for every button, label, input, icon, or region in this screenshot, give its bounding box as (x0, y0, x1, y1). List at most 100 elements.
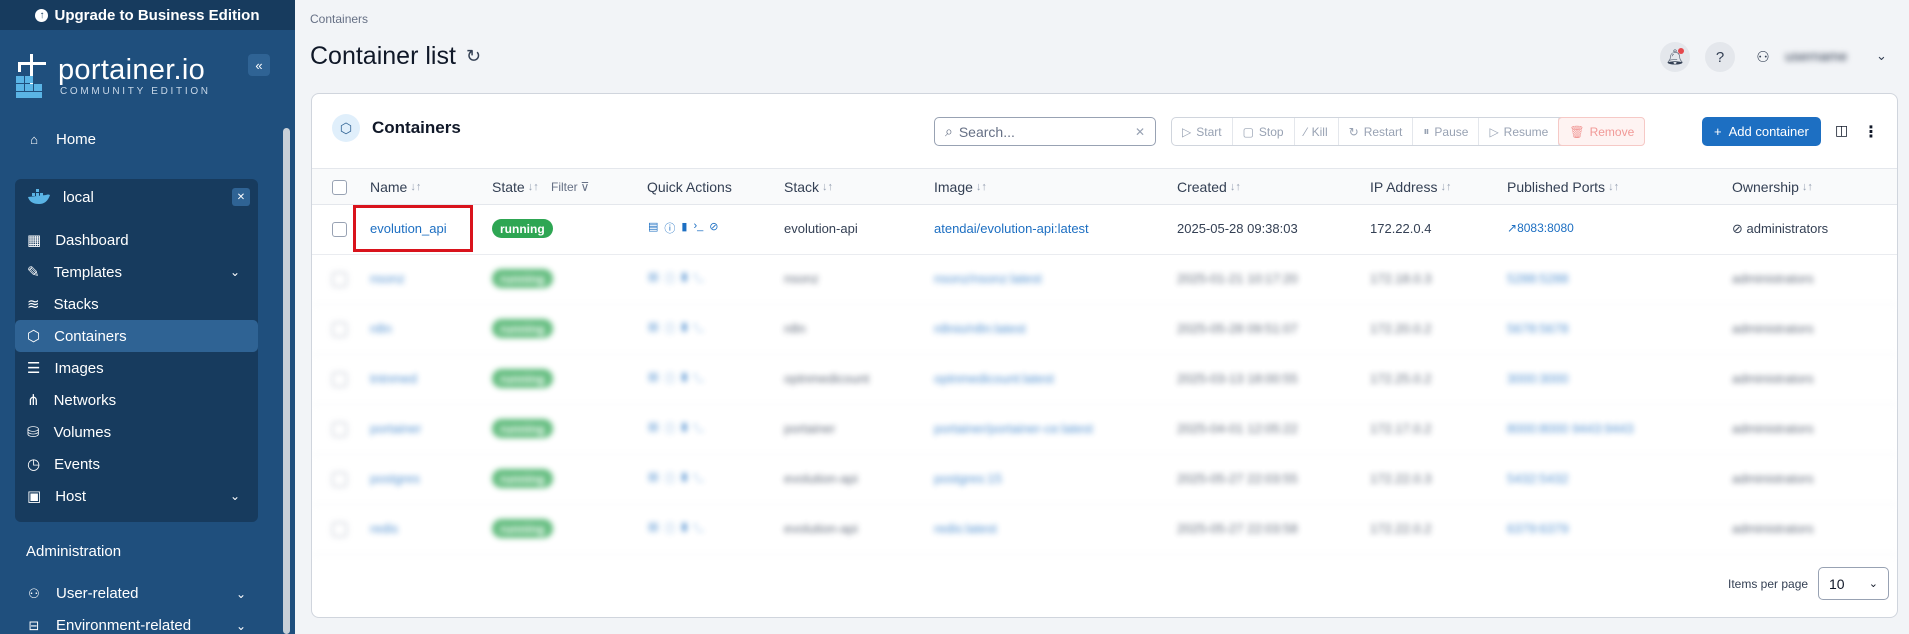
row-checkbox[interactable] (332, 372, 347, 387)
col-image[interactable]: Image ↓↑ (934, 179, 987, 195)
stats-icon[interactable]: ▮ (681, 470, 687, 486)
published-port-link[interactable]: 8000:8000 9443:9443 (1507, 421, 1634, 436)
search-input[interactable]: ⌕ Search... ✕ (934, 117, 1156, 146)
collapse-sidebar-button[interactable]: « (248, 54, 270, 76)
sidebar-item-templates[interactable]: ✎ Templates ⌄ (15, 256, 258, 288)
col-published-ports[interactable]: Published Ports ↓↑ (1507, 179, 1619, 195)
container-name-link[interactable]: nsonz (370, 271, 405, 286)
table-row[interactable]: n8n running ▤ ⓘ ▮ ›_ n8n n8nio/n8n:latest 2… (312, 305, 1897, 355)
console-icon[interactable]: ›_ (693, 270, 703, 286)
published-port-link[interactable]: 5678:5678 (1507, 321, 1568, 336)
sidebar-item-events[interactable]: ◷ Events (15, 448, 258, 480)
notifications-button[interactable]: 🔔︎ (1660, 42, 1690, 72)
table-row[interactable]: tntnmed running ▤ ⓘ ▮ ›_ optnmedicount optn… (312, 355, 1897, 405)
table-row[interactable]: portainer running ▤ ⓘ ▮ ›_ portainer portai… (312, 405, 1897, 455)
image-link[interactable]: optnmedicount:latest (934, 371, 1054, 386)
stats-icon[interactable]: ▮ (681, 520, 687, 536)
console-icon[interactable]: ›_ (693, 370, 703, 386)
image-link[interactable]: nsonz/nsonz:latest (934, 271, 1042, 286)
image-link[interactable]: portainer/portainer-ce:latest (934, 421, 1093, 436)
console-icon[interactable]: ›_ (693, 420, 703, 436)
image-link[interactable]: atendai/evolution-api:latest (934, 221, 1089, 236)
sidebar-item-user-related[interactable]: ⚇ User-related ⌄ (26, 585, 246, 602)
items-per-page-select[interactable]: 10 ⌄ (1818, 567, 1889, 600)
user-name[interactable]: username (1785, 48, 1847, 64)
image-link[interactable]: redis:latest (934, 521, 997, 536)
inspect-icon[interactable]: ⓘ (664, 520, 675, 536)
start-button[interactable]: ▷ Start (1172, 118, 1233, 145)
container-name-link[interactable]: tntnmed (370, 371, 417, 386)
published-port-link[interactable]: 6379:6379 (1507, 521, 1568, 536)
stats-icon[interactable]: ▮ (681, 320, 687, 336)
state-filter[interactable]: Filter ⊽ (551, 180, 589, 194)
logs-icon[interactable]: ▤ (648, 320, 658, 336)
published-port-link[interactable]: ↗8083:8080 (1507, 221, 1574, 235)
resume-button[interactable]: ▷ Resume (1479, 118, 1560, 145)
image-link[interactable]: postgres:15 (934, 471, 1002, 486)
container-name-link[interactable]: portainer (370, 421, 421, 436)
more-options-icon[interactable]: ⋮ (1863, 122, 1879, 142)
pause-button[interactable]: ⏸︎ Pause (1413, 118, 1480, 145)
console-icon[interactable]: ›_ (693, 220, 703, 236)
container-name-link[interactable]: redis (370, 521, 398, 536)
stats-icon[interactable]: ▮ (681, 220, 687, 236)
clear-icon[interactable]: ✕ (1135, 125, 1145, 139)
row-checkbox[interactable] (332, 322, 347, 337)
console-icon[interactable]: ›_ (693, 520, 703, 536)
published-port-link[interactable]: 3000:3000 (1507, 371, 1568, 386)
sidebar-item-containers[interactable]: ⬡ Containers (15, 320, 258, 352)
container-name-link[interactable]: postgres (370, 471, 420, 486)
inspect-icon[interactable]: ⓘ (664, 220, 675, 236)
col-ownership[interactable]: Ownership ↓↑ (1732, 179, 1813, 195)
row-checkbox[interactable] (332, 422, 347, 437)
row-checkbox[interactable] (332, 222, 347, 237)
restart-button[interactable]: ↻ Restart (1339, 118, 1414, 145)
console-icon[interactable]: ›_ (693, 470, 703, 486)
logs-icon[interactable]: ▤ (648, 220, 658, 236)
remove-button[interactable]: 🗑︎ Remove (1558, 117, 1646, 146)
row-checkbox[interactable] (332, 272, 347, 287)
attach-icon[interactable]: ⊘ (709, 220, 718, 236)
col-name[interactable]: Name ↓↑ (370, 179, 421, 195)
select-all-checkbox[interactable] (332, 180, 347, 195)
upgrade-banner[interactable]: ↑ Upgrade to Business Edition (0, 0, 295, 30)
breadcrumb[interactable]: Containers (310, 12, 368, 26)
logs-icon[interactable]: ▤ (648, 520, 658, 536)
image-link[interactable]: n8nio/n8n:latest (934, 321, 1026, 336)
container-name-link[interactable]: n8n (370, 321, 392, 336)
sidebar-item-networks[interactable]: ⋔ Networks (15, 384, 258, 416)
add-container-button[interactable]: + Add container (1702, 117, 1821, 146)
col-stack[interactable]: Stack ↓↑ (784, 179, 833, 195)
table-row[interactable]: redis running ▤ ⓘ ▮ ›_ evolution-api redis:… (312, 505, 1897, 555)
table-row[interactable]: postgres running ▤ ⓘ ▮ ›_ evolution-api pos… (312, 455, 1897, 505)
user-avatar[interactable]: ⚇ (1748, 42, 1778, 72)
col-ip-address[interactable]: IP Address ↓↑ (1370, 179, 1451, 195)
help-button[interactable]: ? (1705, 42, 1735, 72)
sidebar-scrollbar[interactable] (283, 128, 290, 634)
table-row[interactable]: evolution_api running ▤ ⓘ ▮ ›_ ⊘ evoluti… (312, 205, 1897, 255)
inspect-icon[interactable]: ⓘ (664, 270, 675, 286)
stats-icon[interactable]: ▮ (681, 370, 687, 386)
portainer-logo[interactable]: portainer.io COMMUNITY EDITION (14, 52, 211, 100)
console-icon[interactable]: ›_ (693, 320, 703, 336)
close-environment-button[interactable]: ✕ (232, 188, 250, 206)
sidebar-item-dashboard[interactable]: ▦ Dashboard (15, 224, 258, 256)
refresh-icon[interactable]: ↻ (466, 46, 481, 67)
logs-icon[interactable]: ▤ (648, 470, 658, 486)
logs-icon[interactable]: ▤ (648, 420, 658, 436)
sidebar-item-volumes[interactable]: ⛁ Volumes (15, 416, 258, 448)
sidebar-item-images[interactable]: ☰ Images (15, 352, 258, 384)
logs-icon[interactable]: ▤ (648, 370, 658, 386)
stop-button[interactable]: ▢ Stop (1233, 118, 1295, 145)
published-port-link[interactable]: 5432:5432 (1507, 471, 1568, 486)
stats-icon[interactable]: ▮ (681, 420, 687, 436)
stats-icon[interactable]: ▮ (681, 270, 687, 286)
sidebar-item-home[interactable]: ⌂ Home (26, 131, 96, 148)
inspect-icon[interactable]: ⓘ (664, 420, 675, 436)
sidebar-item-host[interactable]: ▣ Host ⌄ (15, 480, 258, 512)
columns-icon[interactable]: ◫ (1835, 122, 1848, 139)
row-checkbox[interactable] (332, 522, 347, 537)
kill-button[interactable]: ⁄ Kill (1295, 118, 1339, 145)
logs-icon[interactable]: ▤ (648, 270, 658, 286)
inspect-icon[interactable]: ⓘ (664, 370, 675, 386)
